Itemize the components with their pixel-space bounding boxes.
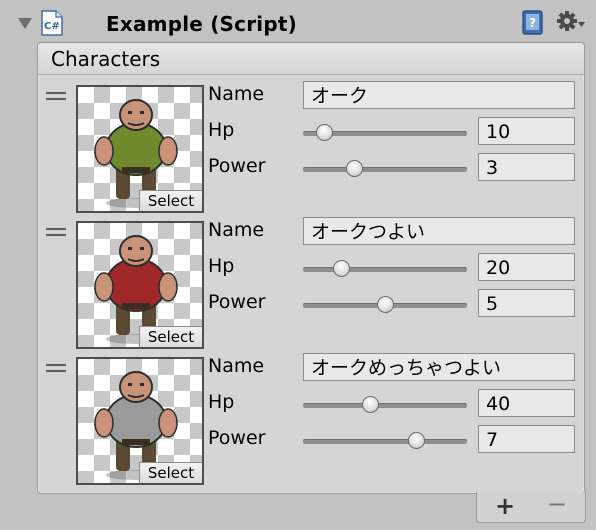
hp-slider-knob[interactable] [316,124,334,141]
list-footer: + − [476,490,586,523]
list-element: Select Name オークつよい Hp 20 Power 5 [38,217,584,357]
drag-handle-icon[interactable] [46,228,66,238]
power-slider-knob[interactable] [345,160,363,177]
name-label: Name [208,83,265,105]
power-value-field[interactable]: 3 [478,153,575,181]
hp-slider-knob[interactable] [362,396,380,413]
hp-slider-knob[interactable] [332,260,350,277]
power-value-field[interactable]: 7 [478,425,575,453]
name-field[interactable]: オーク [303,81,575,109]
hp-label: Hp [208,119,235,141]
svg-text:?: ? [529,16,536,30]
power-slider-knob[interactable] [377,296,394,313]
name-field[interactable]: オークめっちゃつよい [303,353,575,381]
hp-slider[interactable] [303,259,467,279]
hp-value-field[interactable]: 10 [478,117,575,145]
select-button[interactable]: Select [139,190,202,211]
power-slider[interactable] [303,295,467,315]
list-header-label: Characters [51,47,161,71]
power-label: Power [208,155,266,177]
list-header: Characters [38,43,584,75]
help-book-icon[interactable]: ? [521,10,545,36]
add-element-button[interactable]: + [495,492,515,520]
hp-slider[interactable] [303,123,467,143]
foldout-arrow-icon[interactable] [18,18,32,29]
csharp-script-icon: C# [41,10,63,36]
name-label: Name [208,355,265,377]
component-title: Example (Script) [106,12,297,36]
list-element: Select Name オークめっちゃつよい Hp 40 Power 7 [38,353,584,493]
power-slider-knob[interactable] [408,432,426,449]
hp-value-field[interactable]: 20 [478,253,575,281]
reorderable-list: Characters Select Name オーク Hp 10 Power 3… [37,42,585,494]
power-value-field[interactable]: 5 [478,289,575,317]
script-icon-glyph: C# [44,21,60,32]
sprite-object-field[interactable]: Select [76,221,204,349]
power-slider-track [303,439,467,444]
hp-slider-track [303,403,467,408]
select-button[interactable]: Select [139,462,202,483]
power-slider[interactable] [303,159,467,179]
gear-icon[interactable] [556,9,586,35]
sprite-object-field[interactable]: Select [76,85,204,213]
remove-element-button[interactable]: − [547,490,567,518]
hp-slider[interactable] [303,395,467,415]
component-header[interactable]: C# Example (Script) ? [0,0,596,42]
inspector-panel: C# Example (Script) ? Characters Select … [0,0,596,530]
power-slider-track [303,167,467,172]
drag-handle-icon[interactable] [46,364,66,374]
hp-value-field[interactable]: 40 [478,389,575,417]
list-element: Select Name オーク Hp 10 Power 3 [38,81,584,221]
hp-label: Hp [208,391,235,413]
name-label: Name [208,219,265,241]
power-slider[interactable] [303,431,467,451]
hp-slider-track [303,267,467,272]
name-field[interactable]: オークつよい [303,217,575,245]
power-label: Power [208,291,266,313]
power-label: Power [208,427,266,449]
select-button[interactable]: Select [139,326,202,347]
sprite-object-field[interactable]: Select [76,357,204,485]
drag-handle-icon[interactable] [46,92,66,102]
hp-label: Hp [208,255,235,277]
